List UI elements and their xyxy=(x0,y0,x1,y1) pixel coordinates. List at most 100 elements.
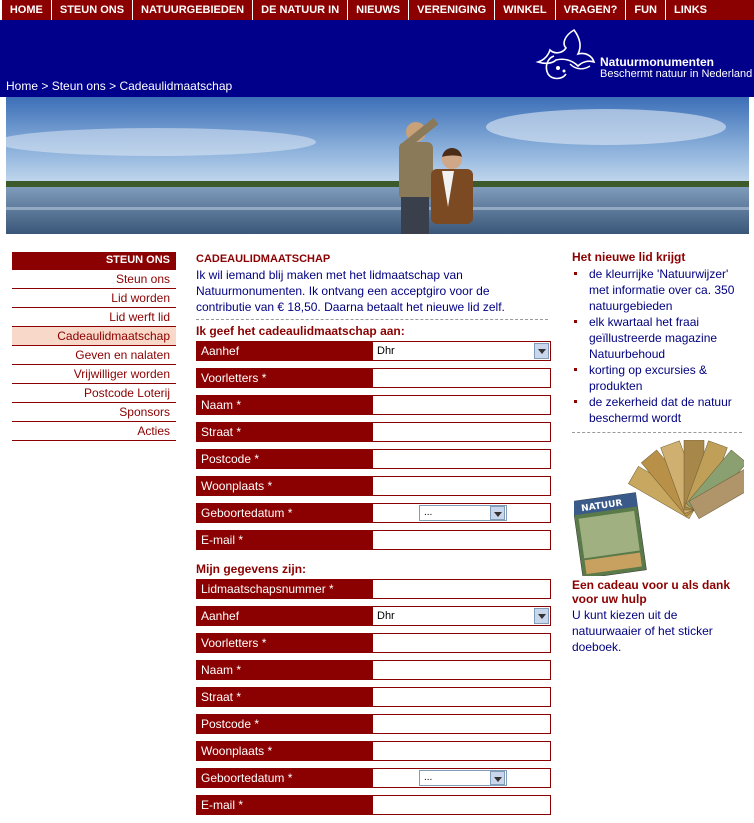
breadcrumb-home[interactable]: Home xyxy=(6,79,38,93)
intro-text: Ik wil iemand blij maken met het lidmaat… xyxy=(196,268,505,314)
form1-postcode-label: Postcode * xyxy=(196,449,372,469)
form1-aanhef-row: Aanhef Dhr xyxy=(196,341,551,361)
sidebar-item-sponsors[interactable]: Sponsors xyxy=(12,403,176,422)
chevron-down-icon[interactable] xyxy=(490,506,505,520)
form1-email-row: E-mail * xyxy=(196,530,551,550)
nav-de-natuur-in[interactable]: DE NATUUR IN xyxy=(252,0,348,20)
form1-postcode-row: Postcode * xyxy=(196,449,551,469)
form1-aanhef-label: Aanhef xyxy=(196,341,372,361)
divider xyxy=(572,432,742,433)
form2-postcode-label: Postcode * xyxy=(196,714,372,734)
form2-woonplaats-input[interactable] xyxy=(372,741,551,761)
form1-geboortedatum-field: ... xyxy=(372,503,551,523)
logo-tagline: Beschermt natuur in Nederland xyxy=(600,68,753,80)
form1-straat-input[interactable] xyxy=(372,422,551,442)
nav-links[interactable]: LINKS xyxy=(665,0,715,20)
form2-straat-row: Straat * xyxy=(196,687,551,707)
form2-straat-input[interactable] xyxy=(372,687,551,707)
chevron-down-icon[interactable] xyxy=(534,608,549,624)
form2-straat-label: Straat * xyxy=(196,687,372,707)
form1-woonplaats-row: Woonplaats * xyxy=(196,476,551,496)
form2-geboortedatum-value: ... xyxy=(424,772,433,783)
form1-email-input[interactable] xyxy=(372,530,551,550)
breadcrumb-steun-ons[interactable]: Steun ons xyxy=(52,79,106,93)
gift-title: Een cadeau voor u als dank voor uw hulp xyxy=(572,578,731,606)
sidebar-item-lid-werft-lid[interactable]: Lid werft lid xyxy=(12,308,176,327)
benefit-item: de zekerheid dat de natuur beschermd wor… xyxy=(572,394,748,426)
chevron-down-icon[interactable] xyxy=(490,771,505,785)
form2-lidnummer-row: Lidmaatschapsnummer * xyxy=(196,579,551,599)
form2-geboortedatum-row: Geboortedatum * ... xyxy=(196,768,551,788)
breadcrumb-current: Cadeaulidmaatschap xyxy=(119,79,233,93)
form1-title: Ik geef het cadeaulidmaatschap aan: xyxy=(196,324,405,338)
form2-title: Mijn gegevens zijn: xyxy=(196,562,307,576)
form2-lidnummer-input[interactable] xyxy=(372,579,551,599)
nav-home[interactable]: HOME xyxy=(1,0,51,20)
form2-postcode-row: Postcode * xyxy=(196,714,551,734)
sidebar: STEUN ONS Steun ons Lid worden Lid werft… xyxy=(12,252,176,441)
nav-steun-ons[interactable]: STEUN ONS xyxy=(50,0,133,20)
banner-photo xyxy=(6,97,749,234)
form2-voorletters-label: Voorletters * xyxy=(196,633,372,653)
form2-geboortedatum-field: ... xyxy=(372,768,551,788)
breadcrumb-separator: > xyxy=(38,79,52,93)
sidebar-item-cadeaulidmaatschap[interactable]: Cadeaulidmaatschap xyxy=(12,327,176,346)
form2-naam-label: Naam * xyxy=(196,660,372,680)
form1-voorletters-row: Voorletters * xyxy=(196,368,551,388)
sidebar-item-postcode-loterij[interactable]: Postcode Loterij xyxy=(12,384,176,403)
breadcrumb: Home > Steun ons > Cadeaulidmaatschap xyxy=(6,79,232,93)
form1-geboortedatum-row: Geboortedatum * ... xyxy=(196,503,551,523)
form2-geboortedatum-label: Geboortedatum * xyxy=(196,768,372,788)
nav-nieuws[interactable]: NIEUWS xyxy=(347,0,409,20)
main-content: CADEAULIDMAATSCHAP Ik wil iemand blij ma… xyxy=(196,253,551,822)
benefit-item: elk kwartaal het fraai geïllustreerde ma… xyxy=(572,314,748,362)
form2-naam-input[interactable] xyxy=(372,660,551,680)
form1-woonplaats-input[interactable] xyxy=(372,476,551,496)
form2-geboortedatum-select[interactable]: ... xyxy=(419,770,507,786)
form2-aanhef-row: Aanhef Dhr xyxy=(196,606,551,626)
form1-geboortedatum-select[interactable]: ... xyxy=(419,505,507,521)
gift-image: NATUUR xyxy=(574,440,744,576)
top-navigation: HOME STEUN ONS NATUURGEBIEDEN DE NATUUR … xyxy=(0,0,754,20)
sidebar-item-geven-en-nalaten[interactable]: Geven en nalaten xyxy=(12,346,176,365)
nav-spacer xyxy=(715,0,754,20)
form1-voorletters-input[interactable] xyxy=(372,368,551,388)
form1-aanhef-value: Dhr xyxy=(377,345,395,357)
form1-straat-row: Straat * xyxy=(196,422,551,442)
nav-natuurgebieden[interactable]: NATUURGEBIEDEN xyxy=(132,0,253,20)
benefits-list: de kleurrijke 'Natuurwijzer' met informa… xyxy=(572,266,748,426)
nav-winkel[interactable]: WINKEL xyxy=(494,0,555,20)
form1-voorletters-label: Voorletters * xyxy=(196,368,372,388)
gift-section: Een cadeau voor u als dank voor uw hulp … xyxy=(572,578,748,655)
sidebar-item-lid-worden[interactable]: Lid worden xyxy=(12,289,176,308)
page-title: CADEAULIDMAATSCHAP xyxy=(196,253,331,265)
form2-voorletters-input[interactable] xyxy=(372,633,551,653)
form1-straat-label: Straat * xyxy=(196,422,372,442)
nav-vragen[interactable]: VRAGEN? xyxy=(554,0,626,20)
form1-aanhef-select[interactable]: Dhr xyxy=(372,341,551,361)
sidebar-item-vrijwilliger-worden[interactable]: Vrijwilliger worden xyxy=(12,365,176,384)
form2-woonplaats-row: Woonplaats * xyxy=(196,741,551,761)
nav-fun[interactable]: FUN xyxy=(625,0,665,20)
form2-postcode-input[interactable] xyxy=(372,714,551,734)
sidebar-item-steun-ons[interactable]: Steun ons xyxy=(12,270,176,289)
form2-naam-row: Naam * xyxy=(196,660,551,680)
breadcrumb-separator: > xyxy=(105,79,120,93)
chevron-down-icon[interactable] xyxy=(534,343,549,359)
nav-vereniging[interactable]: VERENIGING xyxy=(408,0,495,20)
form2-aanhef-select[interactable]: Dhr xyxy=(372,606,551,626)
form2-woonplaats-label: Woonplaats * xyxy=(196,741,372,761)
form1-geboortedatum-label: Geboortedatum * xyxy=(196,503,372,523)
divider xyxy=(196,319,548,320)
form1-naam-row: Naam * xyxy=(196,395,551,415)
form2-email-row: E-mail * xyxy=(196,795,551,815)
benefit-item: de kleurrijke 'Natuurwijzer' met informa… xyxy=(572,266,748,314)
form1-naam-input[interactable] xyxy=(372,395,551,415)
form2-email-label: E-mail * xyxy=(196,795,372,815)
form1-postcode-input[interactable] xyxy=(372,449,551,469)
form2-email-input[interactable] xyxy=(372,795,551,815)
form2-aanhef-value: Dhr xyxy=(377,610,395,622)
form1-naam-label: Naam * xyxy=(196,395,372,415)
form2-lidnummer-label: Lidmaatschapsnummer * xyxy=(196,579,372,599)
sidebar-item-acties[interactable]: Acties xyxy=(12,422,176,441)
